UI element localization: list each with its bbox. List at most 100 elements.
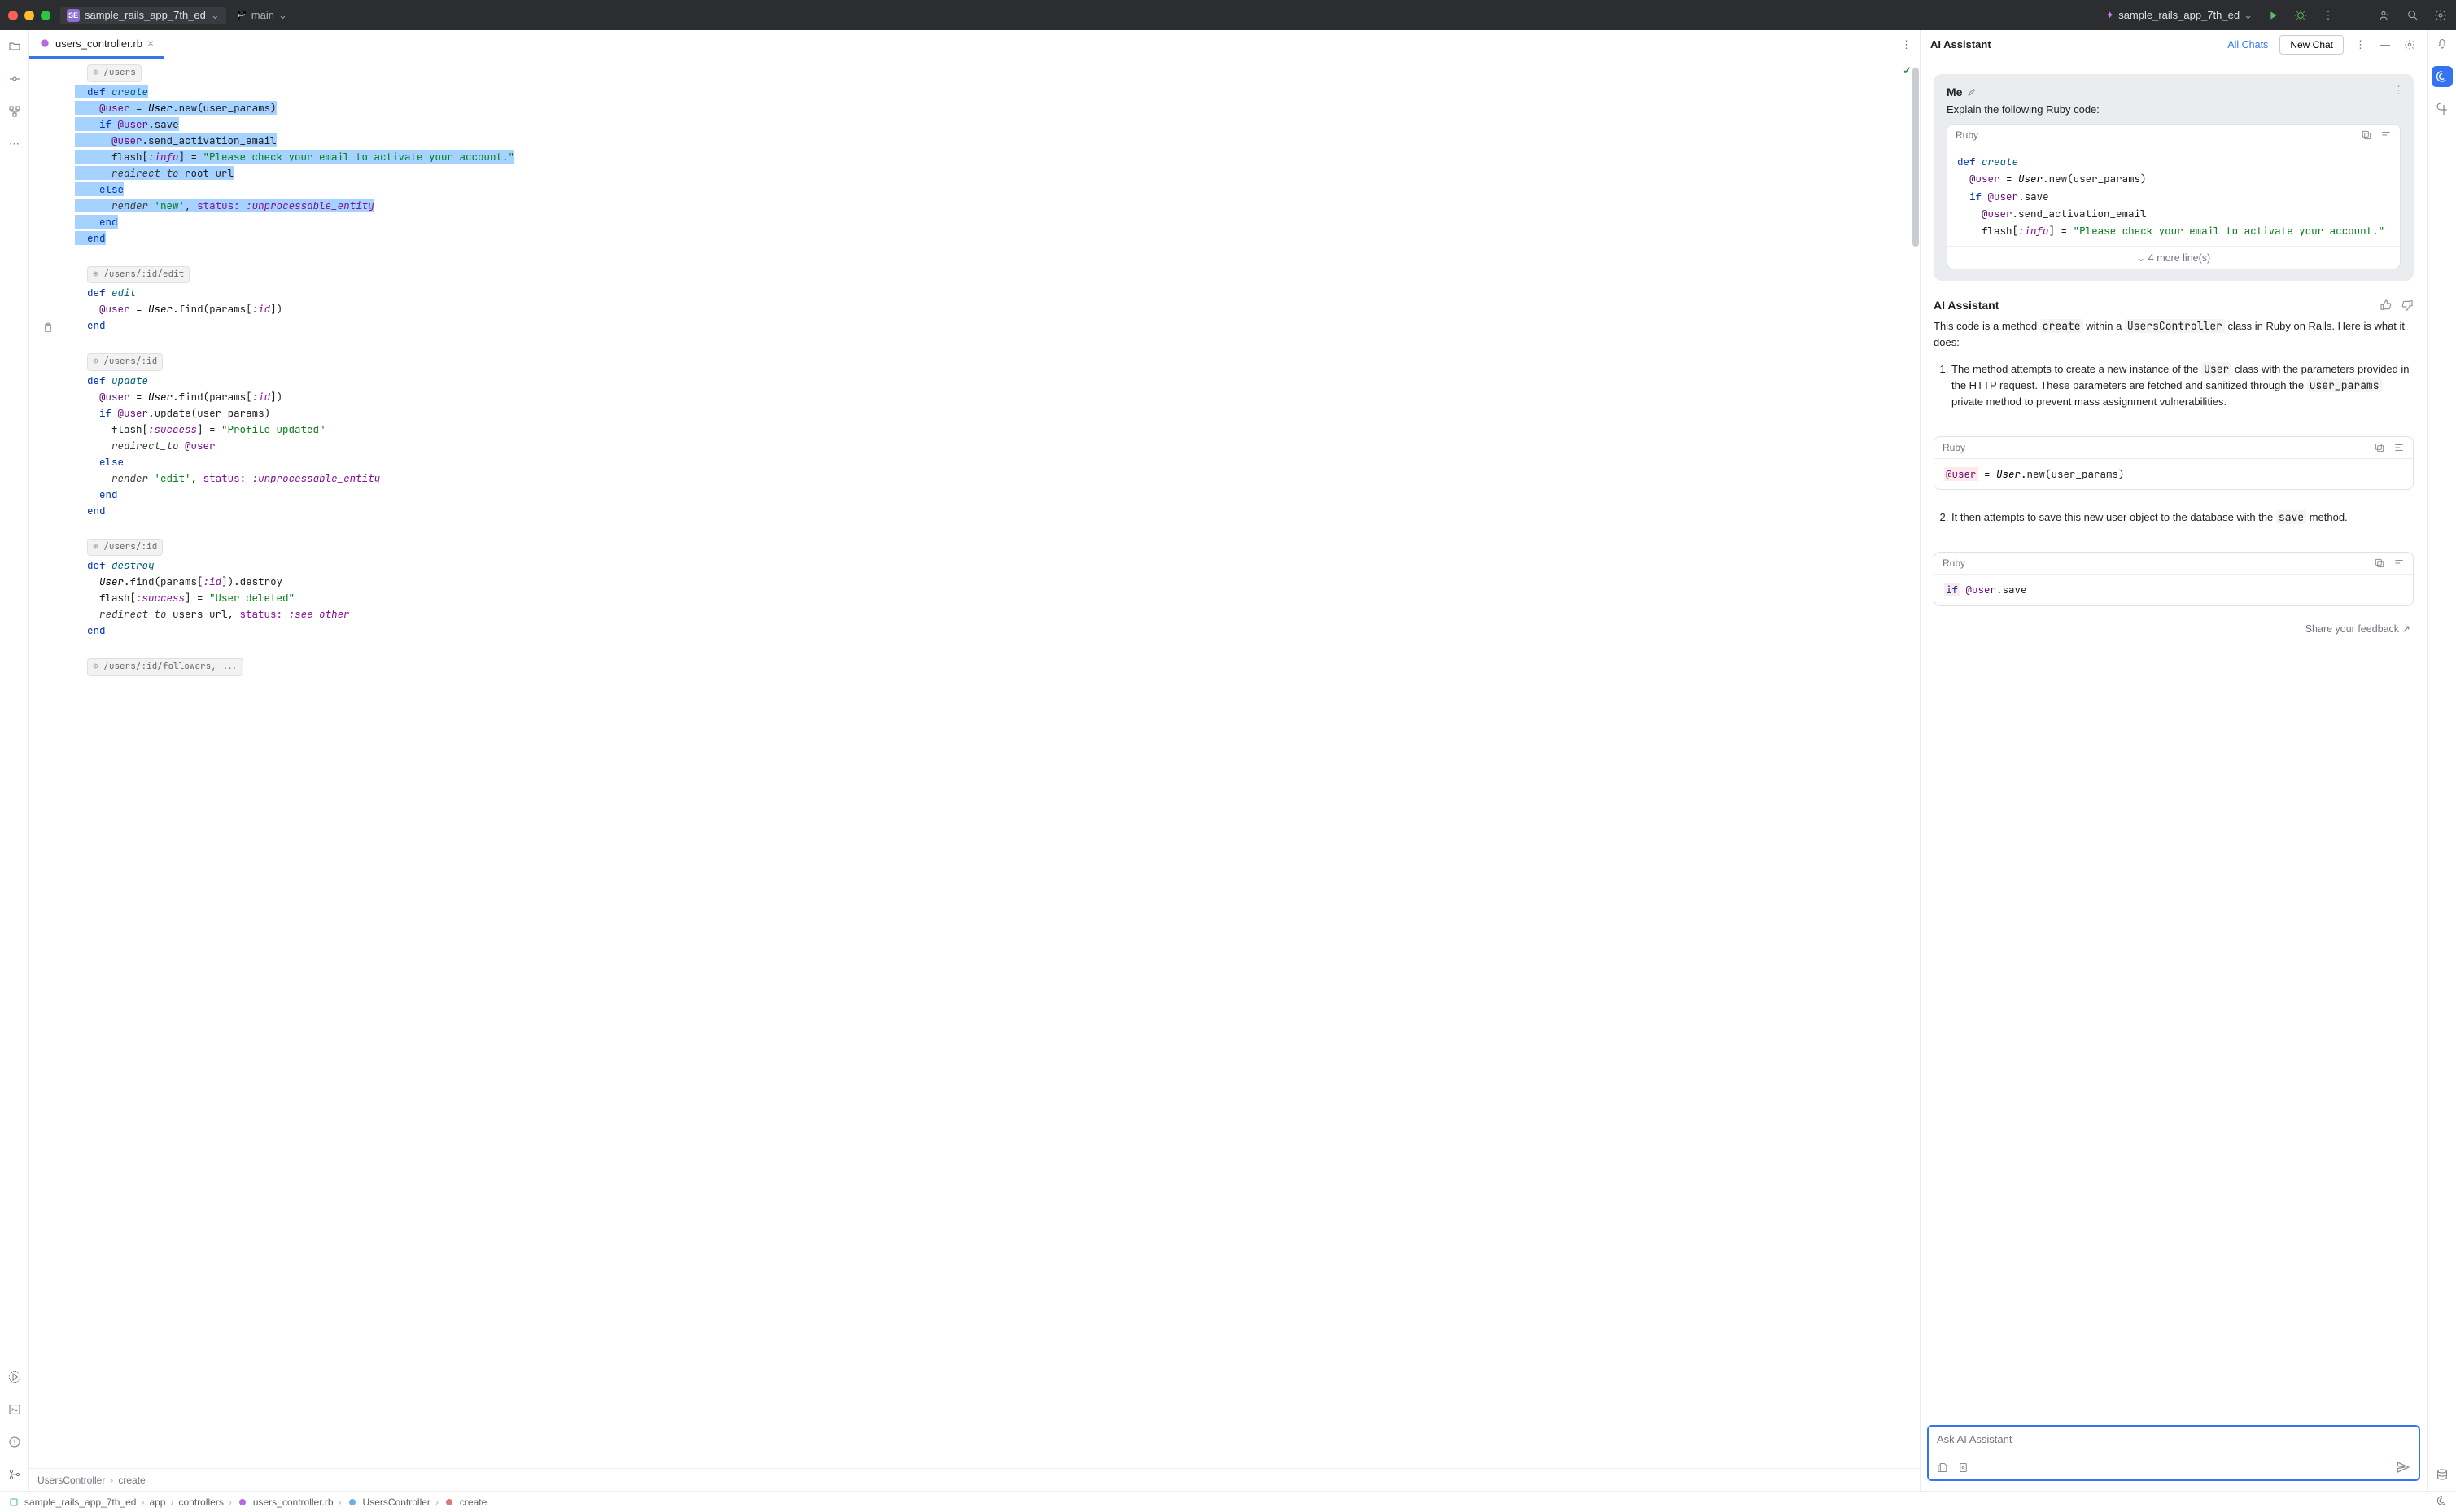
ruby-file-icon [237, 1497, 248, 1508]
nav-dir[interactable]: app [149, 1497, 165, 1508]
route-annotation[interactable]: ⊕ /users/:id [87, 539, 163, 557]
navigation-bar: sample_rails_app_7th_ed › app › controll… [0, 1491, 2456, 1512]
left-tool-strip: ⋯ [0, 30, 29, 1491]
route-annotation[interactable]: ⊕ /users/:id/edit [87, 266, 190, 284]
insert-code-icon[interactable] [2393, 557, 2405, 569]
terminal-tool-button[interactable] [7, 1401, 23, 1418]
debug-button[interactable] [2293, 8, 2308, 23]
ai-panel-settings-icon[interactable] [2404, 39, 2417, 50]
nav-project[interactable]: sample_rails_app_7th_ed [24, 1497, 136, 1508]
thumbs-up-button[interactable] [2380, 299, 2393, 312]
minimize-window-button[interactable] [24, 11, 34, 20]
class-icon [347, 1497, 358, 1508]
ai-input-field[interactable] [1937, 1433, 2410, 1445]
new-chat-button[interactable]: New Chat [2279, 35, 2344, 55]
search-everywhere-button[interactable] [2406, 8, 2420, 23]
project-selector[interactable]: SE sample_rails_app_7th_ed ⌄ [60, 7, 226, 24]
run-config-name: sample_rails_app_7th_ed [2118, 9, 2240, 21]
ai-panel-header: AI Assistant All Chats New Chat ⋮ — [1921, 30, 2427, 59]
status-ai-icon[interactable] [2436, 1495, 2448, 1506]
editor-tab-users-controller[interactable]: users_controller.rb × [29, 30, 164, 59]
code-editor[interactable]: ✓ ⊕ /users def create @user = User.new(u… [29, 59, 1920, 1468]
run-configuration-selector[interactable]: ✦ sample_rails_app_7th_ed ⌄ [2105, 9, 2253, 22]
copy-code-icon[interactable] [2374, 557, 2385, 569]
more-actions-button[interactable]: ⋮ [2321, 8, 2336, 23]
close-tab-button[interactable]: × [147, 37, 154, 50]
list-item: The method attempts to create a new inst… [1951, 361, 2414, 410]
problems-tool-button[interactable] [7, 1434, 23, 1450]
nav-class[interactable]: UsersController [363, 1497, 430, 1508]
module-icon [8, 1497, 20, 1508]
code-with-me-button[interactable] [2378, 8, 2393, 23]
editor-tabs-more-button[interactable]: ⋮ [1893, 38, 1920, 51]
chevron-down-icon: ⌄ [211, 9, 220, 22]
ruby-file-icon [39, 37, 50, 49]
user-label: Me [1947, 85, 1962, 98]
expand-code-button[interactable]: ⌄ 4 more line(s) [1947, 246, 2400, 269]
vcs-tool-button[interactable] [7, 1466, 23, 1483]
editor-scrollbar[interactable] [1912, 68, 1919, 247]
ai-panel-minimize-button[interactable]: — [2380, 38, 2393, 50]
attach-context-icon[interactable] [1937, 1462, 1949, 1474]
route-annotation[interactable]: ⊕ /users/:id/followers, ... [87, 658, 243, 676]
insert-code-icon[interactable] [2380, 129, 2392, 141]
close-window-button[interactable] [8, 11, 18, 20]
assistant-message: AI Assistant This code is a method creat… [1927, 291, 2420, 420]
structure-tool-button[interactable] [7, 103, 23, 120]
ai-panel-more-button[interactable]: ⋮ [2355, 38, 2368, 51]
copy-code-icon[interactable] [2374, 442, 2385, 453]
chevron-down-icon: ⌄ [2244, 9, 2253, 22]
editor-breadcrumb[interactable]: UsersController › create [29, 1468, 1920, 1491]
nav-method[interactable]: create [460, 1497, 487, 1508]
right-tool-strip [2427, 30, 2456, 1491]
attach-file-icon[interactable] [1957, 1462, 1969, 1474]
run-button[interactable] [2266, 8, 2280, 23]
assistant-text: This code is a method create within a Us… [1934, 318, 2414, 351]
thumbs-down-button[interactable] [2401, 299, 2414, 312]
code-language-label: Ruby [1956, 129, 1978, 141]
copy-code-icon[interactable] [2361, 129, 2372, 141]
code-language-label: Ruby [1943, 557, 1965, 569]
inspection-ok-icon[interactable]: ✓ [1903, 64, 1912, 77]
route-annotation[interactable]: ⊕ /users/:id [87, 353, 163, 371]
code-language-label: Ruby [1943, 442, 1965, 453]
all-chats-link[interactable]: All Chats [2227, 39, 2268, 50]
commit-tool-button[interactable] [7, 71, 23, 87]
ai-panel-title: AI Assistant [1930, 38, 1991, 50]
database-tool-button[interactable] [2434, 1466, 2450, 1483]
settings-button[interactable] [2433, 8, 2448, 23]
services-tool-button[interactable] [7, 1369, 23, 1385]
edit-message-icon[interactable] [1967, 87, 1977, 97]
maximize-window-button[interactable] [41, 11, 50, 20]
crumb-class[interactable]: UsersController [37, 1475, 105, 1486]
branch-icon [236, 10, 247, 21]
run-config-icon: ✦ [2105, 9, 2114, 22]
more-tools-button[interactable]: ⋯ [7, 136, 23, 152]
editor-gutter [29, 59, 67, 1468]
message-more-button[interactable]: ⋮ [2393, 84, 2404, 97]
method-icon [444, 1497, 455, 1508]
assistant-text-continued: It then attempts to save this new user o… [1927, 500, 2420, 535]
crumb-method[interactable]: create [118, 1475, 145, 1486]
project-tool-button[interactable] [7, 38, 23, 55]
clipboard-gutter-icon[interactable] [42, 322, 54, 334]
ai-assistant-panel: AI Assistant All Chats New Chat ⋮ — ⋮ Me [1921, 30, 2427, 1491]
ai-assistant-tool-button[interactable] [2432, 66, 2453, 87]
route-annotation[interactable]: ⊕ /users [87, 64, 142, 82]
nav-dir[interactable]: controllers [178, 1497, 223, 1508]
project-icon: SE [67, 9, 80, 22]
project-name: sample_rails_app_7th_ed [85, 9, 206, 21]
chevron-down-icon: ⌄ [278, 9, 287, 22]
assistant-list: The method attempts to create a new inst… [1934, 361, 2414, 410]
ai-input-area[interactable] [1927, 1425, 2420, 1481]
share-feedback-link[interactable]: Share your feedback ↗ [1927, 616, 2420, 635]
vcs-branch-selector[interactable]: main ⌄ [236, 9, 287, 22]
nav-file[interactable]: users_controller.rb [253, 1497, 334, 1508]
notifications-button[interactable] [2434, 35, 2450, 51]
list-item: It then attempts to save this new user o… [1951, 509, 2414, 526]
send-button[interactable] [2396, 1460, 2410, 1475]
titlebar: SE sample_rails_app_7th_ed ⌄ main ⌄ ✦ sa… [0, 0, 2456, 30]
insert-code-icon[interactable] [2393, 442, 2405, 453]
branch-name: main [251, 9, 274, 21]
right-tool-button[interactable] [2434, 102, 2450, 118]
